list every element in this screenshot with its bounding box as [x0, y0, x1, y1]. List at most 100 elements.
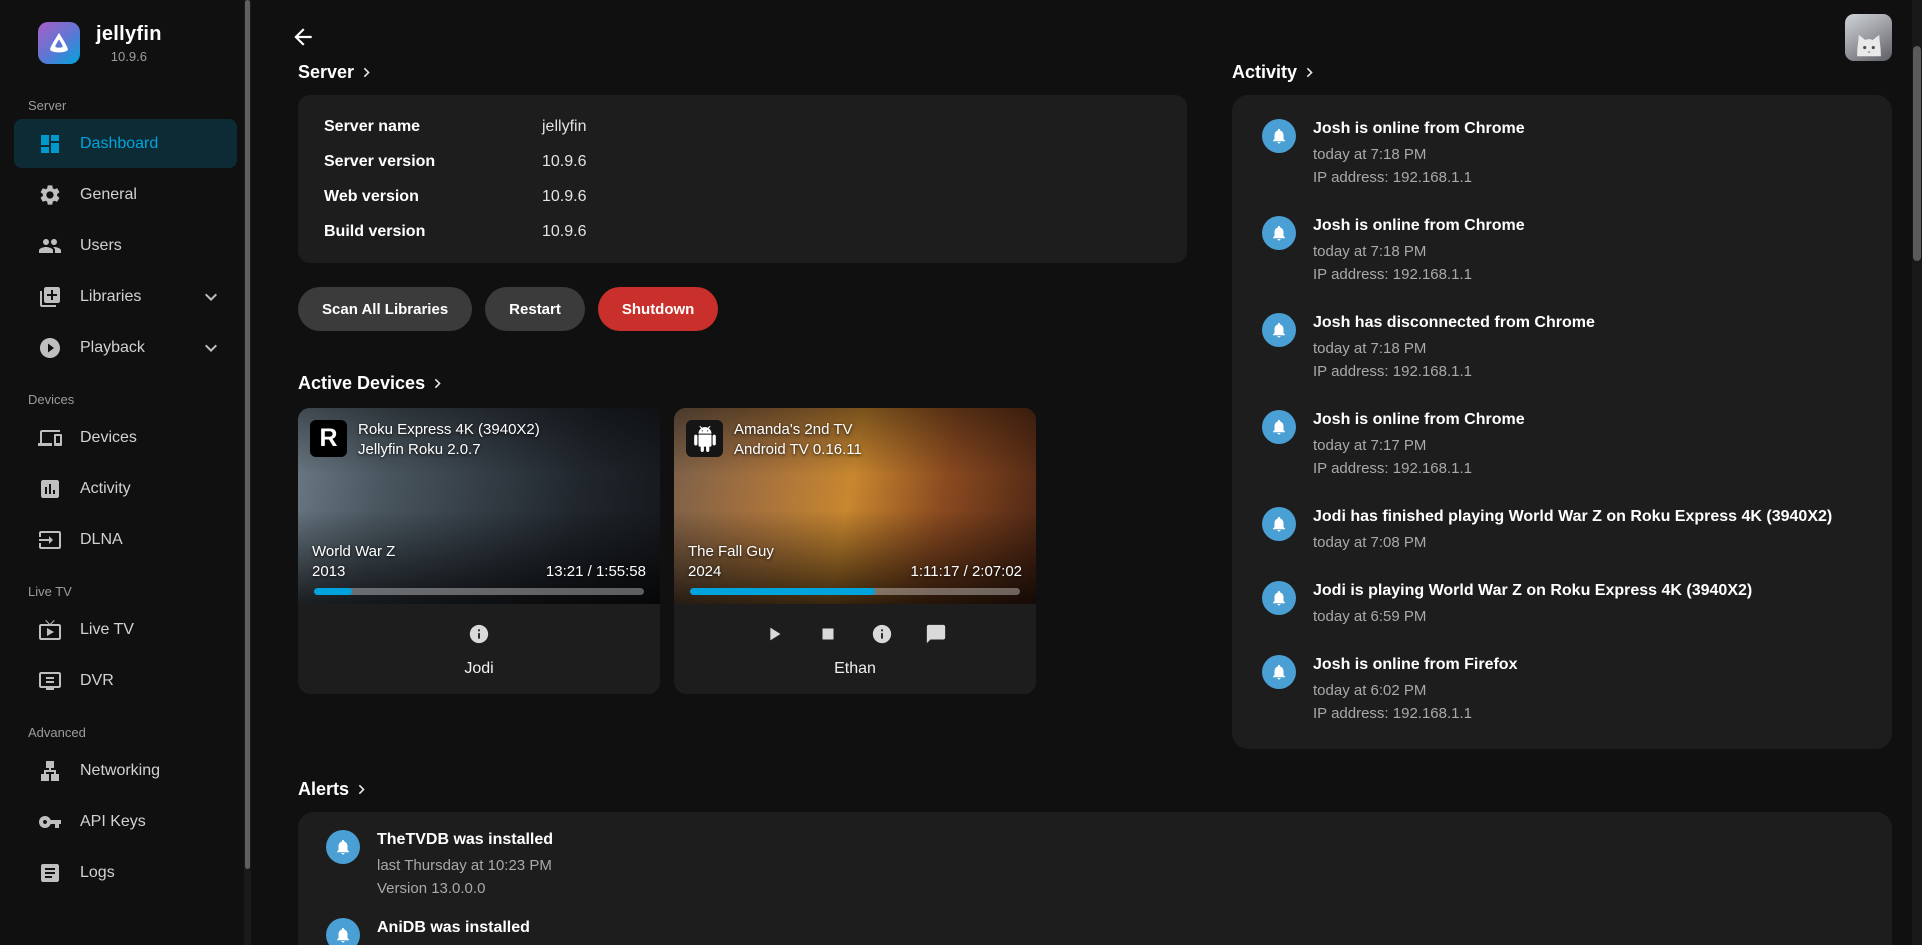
sidebar-item-devices[interactable]: Devices: [14, 413, 237, 462]
sidebar-item-dvr[interactable]: DVR: [14, 656, 237, 705]
media-title: World War Z: [312, 542, 395, 562]
chevron-right-icon: [352, 780, 371, 799]
sidebar-item-live-tv[interactable]: Live TV: [14, 605, 237, 654]
alerts-card: TheTVDB was installed last Thursday at 1…: [298, 812, 1892, 945]
message-button[interactable]: [919, 617, 953, 651]
activity-title: Josh is online from Chrome: [1313, 119, 1525, 139]
alert-time: last Thursday at 10:23 PM: [377, 854, 553, 877]
sidebar-item-api-keys[interactable]: API Keys: [14, 797, 237, 846]
activity-title: Jodi has finished playing World War Z on…: [1313, 507, 1832, 527]
activity-detail: IP address: 192.168.1.1: [1313, 166, 1525, 189]
android-logo-icon: [686, 420, 723, 457]
sidebar-item-networking[interactable]: Networking: [14, 746, 237, 795]
alert-title: TheTVDB was installed: [377, 830, 553, 850]
device-name: Amanda's 2nd TV: [734, 420, 862, 440]
sidebar-item-dlna[interactable]: DLNA: [14, 515, 237, 564]
library-icon: [38, 285, 62, 309]
gear-icon: [38, 183, 62, 207]
play-button[interactable]: [757, 617, 791, 651]
activity-title: Josh has disconnected from Chrome: [1313, 313, 1595, 333]
bell-icon: [1262, 313, 1296, 347]
info-button[interactable]: [865, 617, 899, 651]
app-identity: jellyfin 10.9.6: [96, 23, 162, 64]
back-button[interactable]: [286, 20, 320, 54]
sidebar-item-label: Networking: [80, 762, 160, 780]
sidebar-item-libraries[interactable]: Libraries: [14, 272, 237, 321]
restart-button[interactable]: Restart: [485, 287, 585, 331]
sidebar-item-label: DLNA: [80, 531, 123, 549]
activity-item: Josh is online from Chrome today at 7:18…: [1262, 216, 1862, 286]
server-actions: Scan All Libraries Restart Shutdown: [298, 287, 1187, 331]
activity-time: today at 7:18 PM: [1313, 337, 1595, 360]
alerts-section: Alerts TheTVDB was installed last Thursd…: [298, 779, 1892, 945]
activity-section-link[interactable]: Activity: [1232, 62, 1319, 83]
activity-time: today at 6:59 PM: [1313, 605, 1752, 628]
top-bar: [286, 0, 1892, 62]
media-year: 2013: [312, 562, 395, 582]
server-section-link[interactable]: Server: [298, 62, 376, 83]
activity-item: Josh is online from Chrome today at 7:18…: [1262, 119, 1862, 189]
scan-all-libraries-button[interactable]: Scan All Libraries: [298, 287, 472, 331]
bell-icon: [326, 830, 360, 864]
sidebar-section-devices: Devices: [0, 392, 251, 407]
activity-item: Josh is online from Firefox today at 6:0…: [1262, 655, 1862, 725]
info-button[interactable]: [462, 617, 496, 651]
stop-button[interactable]: [811, 617, 845, 651]
alerts-section-link[interactable]: Alerts: [298, 779, 371, 800]
activity-time: today at 7:17 PM: [1313, 434, 1525, 457]
info-value: 10.9.6: [542, 214, 586, 249]
activity-item: Josh has disconnected from Chrome today …: [1262, 313, 1862, 383]
sidebar-item-activity[interactable]: Activity: [14, 464, 237, 513]
sidebar-item-users[interactable]: Users: [14, 221, 237, 270]
activity-detail: IP address: 192.168.1.1: [1313, 360, 1595, 383]
sidebar-scrollbar[interactable]: [244, 0, 251, 945]
activity-item: Jodi has finished playing World War Z on…: [1262, 507, 1862, 554]
chevron-down-icon[interactable]: [199, 336, 223, 360]
user-avatar[interactable]: [1845, 14, 1892, 61]
activity-time: today at 7:08 PM: [1313, 531, 1832, 554]
activity-time: today at 7:18 PM: [1313, 143, 1525, 166]
alert-detail: Version 13.0.0.0: [377, 877, 553, 900]
sidebar-item-label: Logs: [80, 864, 115, 882]
main-content: Server Server name jellyfin Server versi…: [251, 0, 1922, 945]
main-scrollbar-thumb[interactable]: [1913, 46, 1921, 261]
activity-chart-icon: [38, 477, 62, 501]
server-info-row: Server name jellyfin: [324, 109, 1161, 144]
sidebar-scrollbar-thumb[interactable]: [245, 0, 250, 869]
info-label: Web version: [324, 179, 542, 214]
server-info-row: Build version 10.9.6: [324, 214, 1161, 249]
device-card-roku[interactable]: R Roku Express 4K (3940X2) Jellyfin Roku…: [298, 408, 660, 694]
sidebar-section-livetv: Live TV: [0, 584, 251, 599]
activity-title: Josh is online from Chrome: [1313, 410, 1525, 430]
bell-icon: [1262, 119, 1296, 153]
device-card-androidtv[interactable]: Amanda's 2nd TV Android TV 0.16.11 The F…: [674, 408, 1036, 694]
info-value: 10.9.6: [542, 179, 586, 214]
chevron-down-icon[interactable]: [199, 285, 223, 309]
session-user: Ethan: [684, 660, 1026, 678]
main-scrollbar[interactable]: [1912, 0, 1922, 945]
sidebar-section-server: Server: [0, 98, 251, 113]
sidebar-item-logs[interactable]: Logs: [14, 848, 237, 897]
sidebar-item-label: Devices: [80, 429, 137, 447]
sidebar-item-label: Users: [80, 237, 122, 255]
logs-document-icon: [38, 861, 62, 885]
info-label: Server name: [324, 109, 542, 144]
session-user: Jodi: [308, 660, 650, 678]
jellyfin-dashboard: jellyfin 10.9.6 Server Dashboard General…: [0, 0, 1922, 945]
sidebar-item-playback[interactable]: Playback: [14, 323, 237, 372]
activity-time: today at 7:18 PM: [1313, 240, 1525, 263]
sidebar-item-dashboard[interactable]: Dashboard: [14, 119, 237, 168]
playback-time: 13:21 / 1:55:58: [546, 562, 646, 582]
section-title: Activity: [1232, 62, 1297, 83]
device-controls: [684, 617, 1026, 651]
info-value: 10.9.6: [542, 144, 586, 179]
shutdown-button[interactable]: Shutdown: [598, 287, 718, 331]
active-devices-section-link[interactable]: Active Devices: [298, 373, 447, 394]
arrow-left-icon: [290, 24, 316, 50]
activity-title: Josh is online from Chrome: [1313, 216, 1525, 236]
devices-icon: [38, 426, 62, 450]
sidebar-item-general[interactable]: General: [14, 170, 237, 219]
activity-feed: Josh is online from Chrome today at 7:18…: [1232, 95, 1892, 749]
device-identity: Amanda's 2nd TV Android TV 0.16.11: [686, 420, 1024, 460]
dvr-icon: [38, 669, 62, 693]
